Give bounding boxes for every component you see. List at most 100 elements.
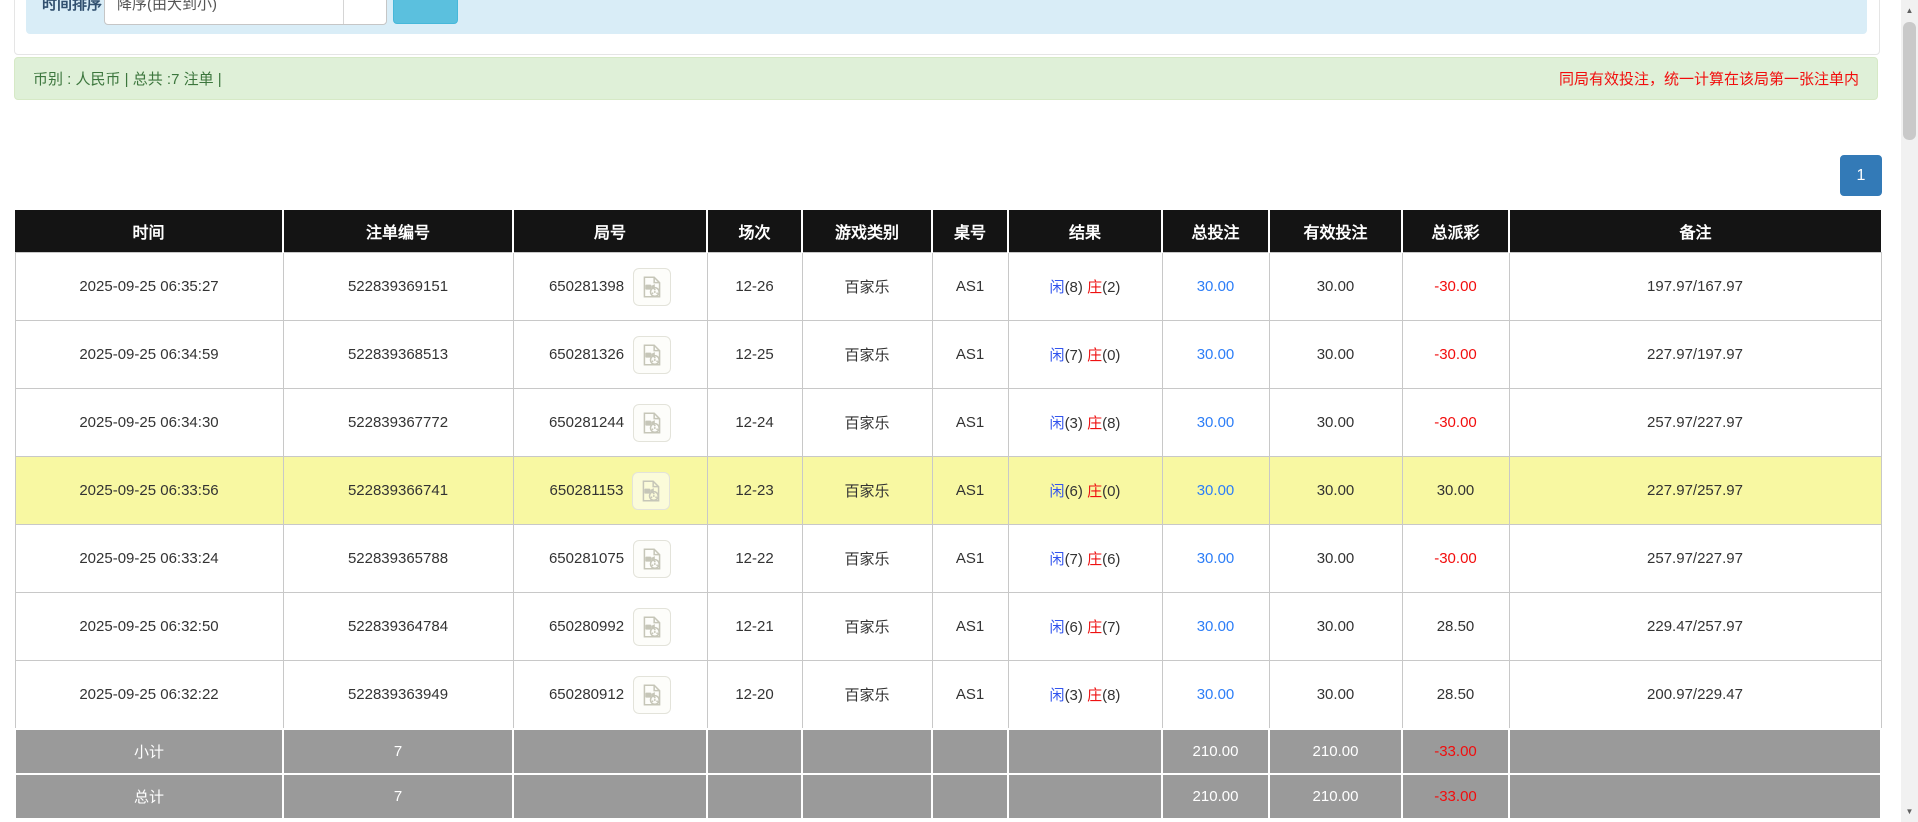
cell-payout: -30.00 xyxy=(1401,320,1510,389)
cell-valid-bet: 30.00 xyxy=(1268,524,1403,593)
bet-row: 2025-09-25 06:33:56 522839366741 650281153… xyxy=(14,456,1882,525)
summary-label: 总计 xyxy=(14,773,284,820)
total-bet-link[interactable]: 30.00 xyxy=(1197,618,1235,635)
column-header-6: 结果 xyxy=(1008,210,1163,253)
cell-round-id: 650280912 xyxy=(512,660,708,730)
video-file-icon xyxy=(643,411,661,434)
summary-empty-result xyxy=(1007,728,1163,775)
sort-select[interactable]: 降序(由大到小) xyxy=(104,0,387,25)
cell-result: 闲(3) 庄(8) xyxy=(1007,388,1163,457)
cell-remark: 257.97/227.97 xyxy=(1508,388,1882,457)
video-replay-button[interactable] xyxy=(633,607,672,646)
summary-payout: -33.00 xyxy=(1401,773,1510,820)
summary-total-bet: 210.00 xyxy=(1161,773,1270,820)
cell-payout: 28.50 xyxy=(1401,592,1510,661)
cell-remark: 197.97/167.97 xyxy=(1508,252,1882,321)
cell-result: 闲(3) 庄(8) xyxy=(1007,660,1163,730)
total-bet-link[interactable]: 30.00 xyxy=(1197,346,1235,363)
cell-game-type: 百家乐 xyxy=(801,592,933,661)
result-banker-num: (0) xyxy=(1102,347,1121,364)
result-banker-num: (0) xyxy=(1102,483,1121,500)
cell-session: 12-24 xyxy=(706,388,803,457)
vertical-scrollbar[interactable]: ▲ ▼ xyxy=(1901,0,1918,822)
result-player-num: (8) xyxy=(1064,279,1083,296)
cell-valid-bet: 30.00 xyxy=(1268,388,1403,457)
result-banker-num: (8) xyxy=(1102,415,1121,432)
sort-label: 时间排序 : xyxy=(42,0,112,13)
summary-empty-table xyxy=(931,728,1009,775)
payout-value: 28.50 xyxy=(1436,618,1475,635)
result-player-num: (7) xyxy=(1064,551,1083,568)
cell-table-no: AS1 xyxy=(931,660,1009,730)
cell-round-id: 650281398 xyxy=(512,252,708,321)
column-header-7: 总投注 xyxy=(1162,210,1270,253)
result-player-num: (6) xyxy=(1064,619,1083,636)
cell-time: 2025-09-25 06:33:24 xyxy=(14,524,284,593)
cell-time: 2025-09-25 06:34:59 xyxy=(14,320,284,389)
cell-time: 2025-09-25 06:32:50 xyxy=(14,592,284,661)
search-button[interactable] xyxy=(393,0,458,24)
cell-total-bet: 30.00 xyxy=(1161,524,1270,593)
video-replay-button[interactable] xyxy=(632,471,671,510)
result-banker-num: (6) xyxy=(1102,551,1121,568)
video-replay-button[interactable] xyxy=(633,267,672,306)
round-id-value: 650280912 xyxy=(548,686,625,703)
summary-valid-bet: 210.00 xyxy=(1268,728,1403,775)
total-bet-link[interactable]: 30.00 xyxy=(1197,550,1235,567)
table-body: 2025-09-25 06:35:27 522839369151 650281398… xyxy=(14,252,1882,820)
scroll-down-arrow-icon[interactable]: ▼ xyxy=(1901,803,1918,820)
result-banker-num: (8) xyxy=(1102,687,1121,704)
scroll-up-arrow-icon[interactable]: ▲ xyxy=(1901,2,1918,19)
total-bet-link[interactable]: 30.00 xyxy=(1197,482,1235,499)
payout-value: -30.00 xyxy=(1434,550,1477,567)
bet-row: 2025-09-25 06:34:59 522839368513 650281326… xyxy=(14,320,1882,389)
video-replay-button[interactable] xyxy=(633,403,672,442)
cell-session: 12-25 xyxy=(706,320,803,389)
video-replay-button[interactable] xyxy=(633,675,672,714)
subtotal-row: 小计 7 210.00 210.00 -33.00 xyxy=(14,728,1882,775)
cell-total-bet: 30.00 xyxy=(1161,252,1270,321)
cell-valid-bet: 30.00 xyxy=(1268,320,1403,389)
cell-time: 2025-09-25 06:33:56 xyxy=(14,456,284,525)
column-header-9: 总派彩 xyxy=(1402,210,1510,253)
result-player: 闲 xyxy=(1049,619,1065,636)
summary-payout-value: -33.00 xyxy=(1434,788,1477,805)
payout-value: -30.00 xyxy=(1434,414,1477,431)
table-header: 时间 注单编号 局号 场次 游戏类别 桌号 结果 总投注 有效投注 总派彩 备注 xyxy=(15,210,1881,253)
summary-valid-bet: 210.00 xyxy=(1268,773,1403,820)
summary-empty-round xyxy=(512,728,708,775)
result-player: 闲 xyxy=(1049,415,1065,432)
cell-remark: 229.47/257.97 xyxy=(1508,592,1882,661)
column-header-4: 游戏类别 xyxy=(802,210,933,253)
result-banker: 庄 xyxy=(1087,347,1103,364)
filter-panel: 时间排序 : 降序(由大到小) xyxy=(14,0,1880,55)
pagination-page-1[interactable]: 1 xyxy=(1840,155,1882,196)
total-bet-link[interactable]: 30.00 xyxy=(1197,414,1235,431)
cell-session: 12-26 xyxy=(706,252,803,321)
scrollbar-thumb[interactable] xyxy=(1903,22,1916,140)
cell-round-id: 650281153 xyxy=(512,456,708,525)
grand-total-row: 总计 7 210.00 210.00 -33.00 xyxy=(14,773,1882,820)
video-replay-button[interactable] xyxy=(633,539,672,578)
summary-empty-session xyxy=(706,728,803,775)
result-banker-num: (7) xyxy=(1102,619,1121,636)
cell-payout: -30.00 xyxy=(1401,388,1510,457)
total-bet-link[interactable]: 30.00 xyxy=(1197,686,1235,703)
cell-remark: 227.97/197.97 xyxy=(1508,320,1882,389)
cell-game-type: 百家乐 xyxy=(801,388,933,457)
cell-result: 闲(6) 庄(7) xyxy=(1007,592,1163,661)
summary-count: 7 xyxy=(282,728,514,775)
cell-valid-bet: 30.00 xyxy=(1268,252,1403,321)
total-bet-link[interactable]: 30.00 xyxy=(1197,278,1235,295)
cell-result: 闲(7) 庄(0) xyxy=(1007,320,1163,389)
result-player-num: (7) xyxy=(1064,347,1083,364)
cell-table-no: AS1 xyxy=(931,456,1009,525)
summary-empty-round xyxy=(512,773,708,820)
column-header-0: 时间 xyxy=(15,210,284,253)
video-replay-button[interactable] xyxy=(633,335,672,374)
cell-total-bet: 30.00 xyxy=(1161,388,1270,457)
summary-empty-remark xyxy=(1508,728,1882,775)
bet-row: 2025-09-25 06:35:27 522839369151 650281398… xyxy=(14,252,1882,321)
round-id-value: 650281153 xyxy=(549,482,624,499)
cell-bet-id: 522839363949 xyxy=(282,660,514,730)
